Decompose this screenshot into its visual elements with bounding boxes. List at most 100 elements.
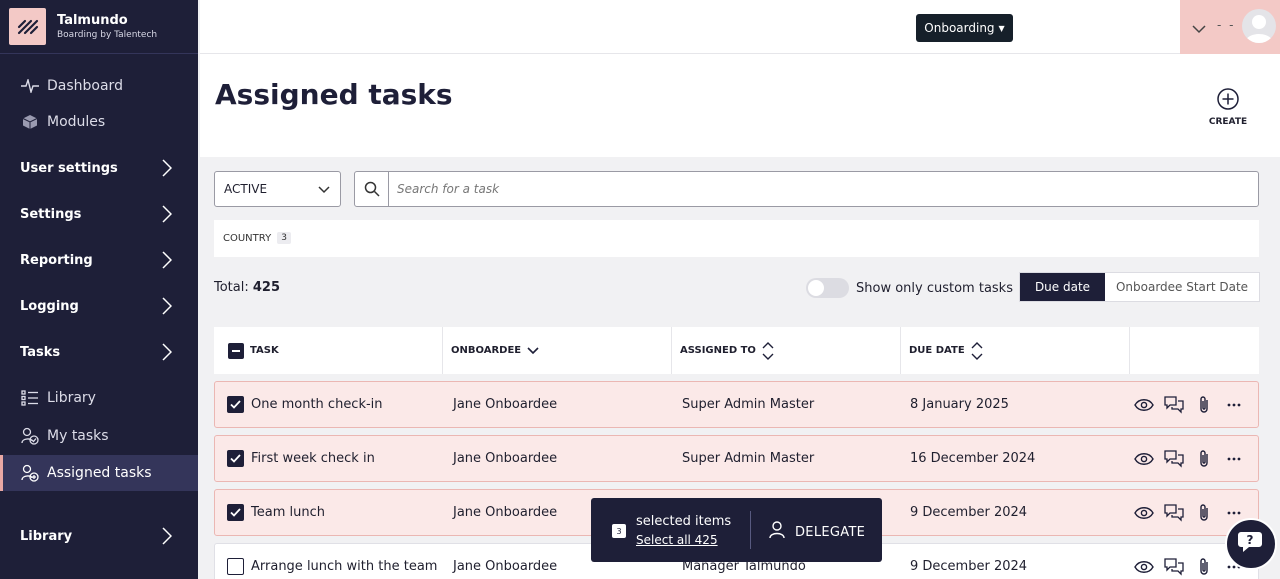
sidebar-section-label: Settings — [20, 206, 82, 222]
brand[interactable]: Talmundo Boarding by Talentech — [0, 0, 198, 54]
custom-tasks-toggle[interactable]: Show only custom tasks — [806, 278, 1013, 298]
user-name-placeholder: - - — [1217, 18, 1236, 32]
sidebar-section-tasks[interactable]: Tasks — [0, 334, 198, 370]
total-value: 425 — [252, 280, 281, 295]
due-date-cell: 16 December 2024 — [910, 451, 1036, 466]
row-checkbox[interactable] — [227, 558, 244, 575]
brand-name: Talmundo — [57, 12, 128, 28]
svg-text:?: ? — [1247, 533, 1254, 547]
user-menu[interactable]: - - — [1180, 0, 1280, 54]
delegate-label: DELEGATE — [795, 524, 866, 540]
sidebar-item-label: My tasks — [47, 428, 109, 444]
sidebar-section-settings[interactable]: Settings — [0, 196, 198, 232]
sidebar-section-user-settings[interactable]: User settings — [0, 150, 198, 186]
chevron-right-icon — [162, 251, 173, 273]
column-header-due-date[interactable]: DUE DATE — [900, 327, 1129, 374]
list-icon — [20, 388, 40, 408]
sidebar-item-assigned-tasks[interactable]: Assigned tasks — [0, 455, 198, 491]
task-cell: One month check-in — [227, 382, 383, 427]
row-checkbox[interactable] — [227, 396, 244, 413]
task-name: Team lunch — [251, 505, 325, 520]
due-date-cell: 9 December 2024 — [910, 559, 1028, 574]
eye-icon[interactable] — [1134, 449, 1154, 469]
onboarding-context-button[interactable]: Onboarding ▼ — [916, 14, 1013, 42]
task-cell: First week check in — [227, 436, 375, 481]
sort-icon — [971, 341, 983, 360]
divider — [750, 511, 751, 549]
avatar[interactable] — [1242, 9, 1276, 43]
chevron-down-icon — [318, 183, 330, 197]
row-actions — [1134, 449, 1244, 469]
country-filter-count: 3 — [277, 232, 291, 244]
more-icon[interactable] — [1224, 449, 1244, 469]
task-name: First week check in — [251, 451, 375, 466]
table-row[interactable]: One month check-in Jane Onboardee Super … — [214, 381, 1259, 428]
select-all-link[interactable]: Select all 425 — [636, 533, 718, 547]
chevron-right-icon — [162, 205, 173, 227]
sidebar-section-label: Tasks — [20, 344, 61, 360]
topbar: Onboarding ▼ - - — [200, 0, 1280, 54]
paperclip-icon[interactable] — [1194, 395, 1214, 415]
help-chat-button[interactable]: ? — [1225, 518, 1277, 570]
chevron-down-icon — [1192, 19, 1206, 38]
page-header: Assigned tasks CREATE — [200, 54, 1280, 157]
sidebar-item-library[interactable]: Library — [0, 380, 198, 416]
create-label: CREATE — [1208, 117, 1248, 127]
column-header-label: ASSIGNED TO — [680, 345, 756, 356]
comments-icon[interactable] — [1164, 557, 1184, 577]
row-checkbox[interactable] — [227, 504, 244, 521]
sidebar-section-reporting[interactable]: Reporting — [0, 242, 198, 278]
onboarding-context-label: Onboarding — [924, 21, 995, 35]
plus-circle-icon — [1217, 88, 1239, 114]
comments-icon[interactable] — [1164, 395, 1184, 415]
sidebar: Talmundo Boarding by Talentech Dashboard… — [0, 0, 198, 579]
page-title: Assigned tasks — [215, 78, 453, 111]
cube-icon — [20, 112, 40, 132]
table-row[interactable]: First week check in Jane Onboardee Super… — [214, 435, 1259, 482]
onboardee-cell: Jane Onboardee — [453, 559, 558, 574]
comments-icon[interactable] — [1164, 503, 1184, 523]
more-icon[interactable] — [1224, 395, 1244, 415]
column-header-onboardee[interactable]: ONBOARDEE — [442, 327, 671, 374]
eye-icon[interactable] — [1134, 503, 1154, 523]
column-header-assigned-to[interactable]: ASSIGNED TO — [671, 327, 900, 374]
search-input[interactable] — [397, 178, 1237, 200]
sidebar-item-dashboard[interactable]: Dashboard — [0, 68, 198, 104]
sort-icon — [762, 341, 774, 360]
chevron-right-icon — [162, 527, 173, 549]
toggle-label: Show only custom tasks — [856, 280, 1013, 296]
column-header-label: ONBOARDEE — [451, 345, 522, 356]
sidebar-section-library[interactable]: Library — [0, 518, 198, 554]
status-select[interactable]: ACTIVE — [214, 171, 341, 207]
select-all-checkbox[interactable] — [228, 342, 244, 359]
chevron-right-icon — [162, 159, 173, 181]
task-name: Arrange lunch with the team — [251, 559, 438, 574]
task-cell: Team lunch — [227, 490, 325, 535]
task-search — [354, 171, 1259, 207]
column-header-actions — [1129, 327, 1259, 374]
assigned-to-cell: Super Admin Master — [682, 397, 815, 412]
eye-icon[interactable] — [1134, 395, 1154, 415]
country-filter[interactable]: COUNTRY 3 — [223, 232, 291, 244]
sidebar-item-label: Library — [47, 390, 96, 406]
sidebar-section-label: Library — [20, 528, 73, 544]
search-icon[interactable] — [355, 172, 389, 206]
eye-icon[interactable] — [1134, 557, 1154, 577]
delegate-button[interactable]: DELEGATE — [769, 521, 865, 543]
comments-icon[interactable] — [1164, 449, 1184, 469]
total-label: Total: — [214, 280, 249, 295]
row-checkbox[interactable] — [227, 450, 244, 467]
paperclip-icon[interactable] — [1194, 449, 1214, 469]
segment-onboardee-start-date[interactable]: Onboardee Start Date — [1105, 273, 1259, 301]
row-actions — [1134, 395, 1244, 415]
paperclip-icon[interactable] — [1194, 503, 1214, 523]
paperclip-icon[interactable] — [1194, 557, 1214, 577]
sidebar-section-logging[interactable]: Logging — [0, 288, 198, 324]
segment-due-date[interactable]: Due date — [1020, 273, 1105, 301]
column-header-label: TASK — [250, 345, 279, 356]
toggle-switch[interactable] — [806, 278, 849, 298]
sidebar-item-my-tasks[interactable]: My tasks — [0, 418, 198, 454]
sidebar-item-modules[interactable]: Modules — [0, 104, 198, 140]
date-mode-segmented-control: Due date Onboardee Start Date — [1019, 272, 1260, 302]
create-button[interactable]: CREATE — [1203, 88, 1253, 127]
